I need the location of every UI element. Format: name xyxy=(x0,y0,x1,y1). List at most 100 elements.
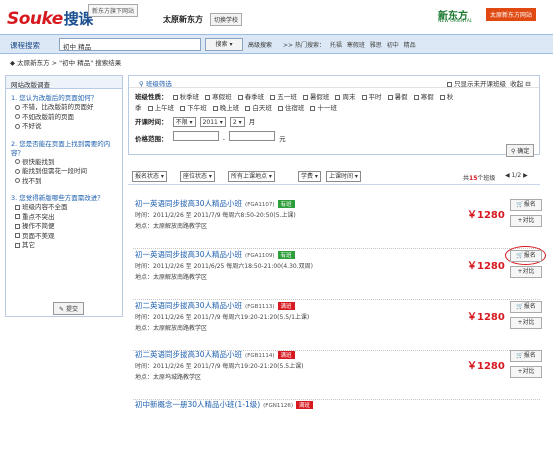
checkbox-icon[interactable] xyxy=(15,204,20,210)
radio-option[interactable]: 不错，比改版前的页面好 xyxy=(6,103,122,113)
radio-icon[interactable] xyxy=(15,104,20,110)
type-option[interactable]: 暑假 xyxy=(387,93,408,101)
course-name[interactable]: 初一英语同步拔高30人精品小班 xyxy=(135,250,242,259)
checkbox-icon[interactable] xyxy=(237,94,243,100)
radio-icon[interactable] xyxy=(15,159,20,164)
type-option[interactable]: 五一班 xyxy=(270,93,297,101)
checkbox-icon[interactable] xyxy=(387,94,393,100)
checkbox-icon[interactable] xyxy=(277,105,283,111)
year-select[interactable]: 2011 ▾ xyxy=(199,117,226,127)
checkbox-icon[interactable] xyxy=(447,81,452,87)
checkbox-option[interactable]: 重点不突出 xyxy=(6,213,122,223)
course-title[interactable]: 初一英语同步拔高30人精品小班 (FGA1109) 有班 xyxy=(135,249,295,260)
course-name[interactable]: 初二英语同步拔高30人精品小班 xyxy=(135,350,242,359)
price-max-input[interactable] xyxy=(229,131,276,141)
search-input[interactable]: 初中 精品 xyxy=(59,38,201,51)
radio-option[interactable]: 能找到但需花一段时间 xyxy=(6,167,122,177)
radio-icon[interactable] xyxy=(15,123,20,129)
type-option[interactable]: 寒假班 xyxy=(205,93,232,101)
checkbox-icon[interactable] xyxy=(439,94,445,100)
type-option[interactable]: 下午班 xyxy=(180,104,207,112)
checkbox-icon[interactable] xyxy=(15,233,20,238)
collapse-icon[interactable]: ⊟ xyxy=(525,80,530,88)
survey-submit-button[interactable]: ✎ 提交 xyxy=(53,302,84,315)
type-option[interactable]: 暑假班 xyxy=(302,93,329,101)
signup-button[interactable]: 🛒报名 xyxy=(510,350,542,362)
checkbox-icon[interactable] xyxy=(147,105,153,111)
top-site-button[interactable]: 太原新东方网站 xyxy=(486,8,537,21)
radio-icon[interactable] xyxy=(15,178,20,183)
checkbox-option[interactable]: 班级内容不全面 xyxy=(6,203,122,213)
course-name[interactable]: 初一英语同步拔高30人精品小班 xyxy=(135,199,242,208)
checkbox-icon[interactable] xyxy=(15,223,20,229)
location-select[interactable]: 所有上课地点 ▾ xyxy=(228,171,275,182)
checkbox-icon[interactable] xyxy=(335,94,341,100)
month-select[interactable]: 2 ▾ xyxy=(229,117,245,127)
type-option[interactable]: 白天班 xyxy=(245,104,272,112)
radio-option[interactable]: 找不到 xyxy=(6,177,122,187)
radio-option[interactable]: 不如改版前的页面 xyxy=(6,113,122,123)
checkbox-option[interactable]: 操作不简便 xyxy=(6,222,122,232)
status-select[interactable]: 报名状态 ▾ xyxy=(132,171,167,182)
hot-item[interactable]: 托福 xyxy=(330,42,342,49)
advanced-search-link[interactable]: 高级搜索 xyxy=(248,40,272,49)
checkbox-icon[interactable] xyxy=(270,94,276,100)
signup-button[interactable]: 🛒报名 xyxy=(510,250,542,262)
course-title[interactable]: 初中新概念一册30人精品小班(1-1级) (FGN1126) 满班 xyxy=(135,399,314,410)
radio-icon[interactable] xyxy=(15,114,20,119)
only-open-toggle[interactable]: 只显示未开课班级 收起 ⊟ xyxy=(447,78,531,88)
checkbox-icon[interactable] xyxy=(413,94,419,100)
souke-logo[interactable]: Souke搜课 xyxy=(7,8,93,29)
switch-school-button[interactable]: 切换学校 xyxy=(210,13,243,26)
prev-page-icon[interactable]: ◀ xyxy=(505,172,510,179)
sort-tuition-button[interactable]: 学费 ▾ xyxy=(298,171,321,182)
hot-item[interactable]: 初中 xyxy=(387,42,399,49)
checkbox-icon[interactable] xyxy=(205,94,211,100)
type-option[interactable]: 寒假 xyxy=(413,93,434,101)
next-page-icon[interactable]: ▶ xyxy=(523,172,528,179)
sort-start-button[interactable]: 上课时间 ▾ xyxy=(326,171,361,182)
radio-icon[interactable] xyxy=(15,168,20,174)
type-option[interactable]: 晚上班 xyxy=(212,104,239,112)
type-option[interactable]: 秋 xyxy=(439,93,453,101)
type-option[interactable]: 十一班 xyxy=(310,104,337,112)
course-name[interactable]: 初二英语同步拔高30人精品小班 xyxy=(135,301,242,310)
hot-item[interactable]: 雅思 xyxy=(370,42,382,49)
checkbox-icon[interactable] xyxy=(361,94,367,100)
type-option[interactable]: 上午班 xyxy=(147,104,174,112)
checkbox-icon[interactable] xyxy=(302,94,308,100)
course-name[interactable]: 初中新概念一册30人精品小班(1-1级) xyxy=(135,400,260,409)
course-title[interactable]: 初二英语同步拔高30人精品小班 (FGB1113) 满班 xyxy=(135,300,295,311)
search-button[interactable]: 搜索 ▾ xyxy=(205,38,243,51)
checkbox-icon[interactable] xyxy=(15,242,20,248)
course-title[interactable]: 初一英语同步拔高30人精品小班 (FGA1107) 有班 xyxy=(135,198,295,209)
price-min-input[interactable] xyxy=(172,131,219,141)
compare-button[interactable]: +对比 xyxy=(510,366,542,378)
type-option[interactable]: 秋季班 xyxy=(172,93,199,101)
compare-button[interactable]: +对比 xyxy=(510,317,542,329)
radio-option[interactable]: 很快能找到 xyxy=(6,158,122,168)
checkbox-icon[interactable] xyxy=(212,105,218,111)
compare-button[interactable]: +对比 xyxy=(510,215,542,227)
collapse-link[interactable]: 收起 xyxy=(510,80,523,88)
course-title[interactable]: 初二英语同步拔高30人精品小班 (FGB1114) 满班 xyxy=(135,349,295,360)
checkbox-icon[interactable] xyxy=(172,94,178,100)
checkbox-icon[interactable] xyxy=(310,105,316,111)
type-option[interactable]: 平时 xyxy=(361,93,382,101)
checkbox-option[interactable]: 其它 xyxy=(6,241,122,251)
hot-item[interactable]: 寒假班 xyxy=(347,42,365,49)
confirm-button[interactable]: ⚲ 确定 xyxy=(506,144,535,157)
type-option[interactable]: 春季班 xyxy=(237,93,264,101)
checkbox-icon[interactable] xyxy=(15,214,20,219)
compare-button[interactable]: +对比 xyxy=(510,266,542,278)
signup-button[interactable]: 🛒报名 xyxy=(510,301,542,313)
checkbox-option[interactable]: 页面不美观 xyxy=(6,232,122,242)
radio-option[interactable]: 不好说 xyxy=(6,122,122,132)
checkbox-icon[interactable] xyxy=(245,105,251,111)
signup-button[interactable]: 🛒报名 xyxy=(510,199,542,211)
checkbox-icon[interactable] xyxy=(180,105,186,111)
type-option[interactable]: 周末 xyxy=(335,93,355,101)
time-limit-select[interactable]: 不限 ▾ xyxy=(172,117,196,127)
type-option[interactable]: 住宿班 xyxy=(277,104,304,112)
seats-select[interactable]: 座位状态 ▾ xyxy=(180,171,215,182)
